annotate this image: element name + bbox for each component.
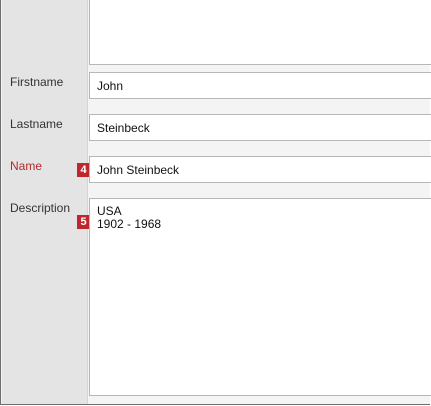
description-label: Description [10,201,71,215]
form-panel: Firstname John Lastname Steinbeck Name 4… [0,0,431,405]
firstname-input[interactable]: John [89,72,431,99]
name-label: Name [10,159,43,173]
name-input[interactable]: John Steinbeck [89,156,431,183]
description-textarea[interactable]: USA 1902 - 1968 [89,198,431,396]
top-textarea[interactable] [89,0,431,65]
firstname-label: Firstname [10,75,64,89]
lastname-label: Lastname [10,117,63,131]
lastname-input[interactable]: Steinbeck [89,114,431,141]
